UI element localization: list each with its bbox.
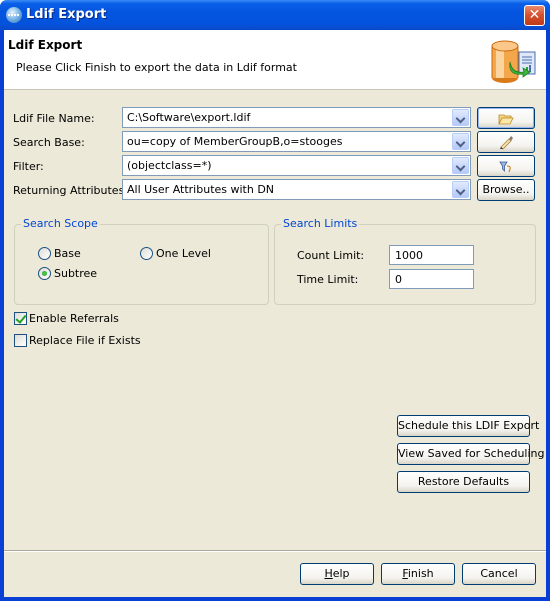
- chevron-down-icon[interactable]: [452, 133, 469, 150]
- time-limit-value: 0: [395, 273, 402, 286]
- header-title: Ldif Export: [8, 38, 83, 52]
- count-limit-label: Count Limit:: [297, 249, 365, 262]
- enable-referrals-checkbox[interactable]: [14, 312, 27, 325]
- close-icon: ✕: [528, 7, 541, 23]
- ldif-export-dialog: Ldif Export ✕ Ldif Export Please Click F…: [0, 0, 550, 601]
- help-button[interactable]: Help: [300, 563, 374, 585]
- search-limits-title: Search Limits: [281, 217, 360, 230]
- footer-separator: [4, 550, 546, 552]
- finish-button[interactable]: Finish: [381, 563, 455, 585]
- pen-icon: [500, 136, 513, 150]
- dialog-client: Ldif Export Please Click Finish to expor…: [4, 30, 546, 597]
- returning-attributes-combo[interactable]: All User Attributes with DN: [122, 179, 471, 200]
- scope-subtree-radio[interactable]: [38, 267, 51, 280]
- chevron-down-icon[interactable]: [452, 181, 469, 198]
- scope-one-level-radio[interactable]: [140, 247, 153, 260]
- help-label: elp: [332, 567, 350, 580]
- folder-open-icon: [498, 114, 514, 125]
- database-export-icon: [491, 40, 536, 83]
- replace-file-checkbox[interactable]: [14, 334, 27, 347]
- search-scope-title: Search Scope: [21, 217, 100, 230]
- browse-file-button[interactable]: [477, 107, 535, 129]
- file-name-label: Ldif File Name:: [13, 112, 95, 125]
- filter-value: (objectclass=*): [127, 159, 212, 172]
- edit-filter-button[interactable]: [477, 155, 535, 177]
- restore-defaults-button[interactable]: Restore Defaults: [397, 471, 530, 493]
- cancel-button[interactable]: Cancel: [462, 563, 536, 585]
- search-base-label: Search Base:: [13, 136, 85, 149]
- time-limit-input[interactable]: 0: [389, 269, 474, 289]
- filter-icon: [499, 161, 511, 173]
- help-mnemonic: H: [324, 567, 333, 580]
- scope-one-level-label[interactable]: One Level: [156, 247, 211, 260]
- enable-referrals-label[interactable]: Enable Referrals: [29, 312, 119, 325]
- scope-base-radio[interactable]: [38, 247, 51, 260]
- title-bar[interactable]: Ldif Export ✕: [0, 0, 550, 30]
- file-name-value: C:\Software\export.ldif: [127, 111, 251, 124]
- time-limit-label: Time Limit:: [297, 273, 359, 286]
- count-limit-input[interactable]: 1000: [389, 245, 474, 265]
- browse-attributes-button[interactable]: Browse..: [477, 179, 535, 201]
- file-name-combo[interactable]: C:\Software\export.ldif: [122, 107, 471, 128]
- close-button[interactable]: ✕: [524, 5, 545, 26]
- count-limit-value: 1000: [395, 249, 423, 262]
- scope-subtree-label[interactable]: Subtree: [54, 267, 97, 280]
- finish-label: inish: [407, 567, 434, 580]
- replace-file-label[interactable]: Replace File if Exists: [29, 334, 141, 347]
- search-base-value: ou=copy of MemberGroupB,o=stooges: [127, 135, 343, 148]
- view-saved-scheduling-button[interactable]: View Saved for Scheduling: [397, 443, 545, 465]
- scope-base-label[interactable]: Base: [54, 247, 81, 260]
- search-scope-group: Search Scope Base One Level Subtree: [14, 217, 269, 305]
- search-base-combo[interactable]: ou=copy of MemberGroupB,o=stooges: [122, 131, 471, 152]
- returning-attributes-value: All User Attributes with DN: [127, 183, 275, 196]
- select-search-base-button[interactable]: [477, 131, 535, 153]
- filter-combo[interactable]: (objectclass=*): [122, 155, 471, 176]
- chevron-down-icon[interactable]: [452, 157, 469, 174]
- search-limits-group: Search Limits Count Limit: 1000 Time Lim…: [274, 217, 536, 305]
- returning-attributes-label: Returning Attributes:: [13, 184, 129, 197]
- window-title: Ldif Export: [26, 7, 107, 22]
- app-globe-icon: [6, 7, 22, 23]
- schedule-export-button[interactable]: Schedule this LDIF Export: [397, 415, 539, 437]
- wizard-header: Ldif Export Please Click Finish to expor…: [4, 30, 546, 90]
- filter-label: Filter:: [13, 160, 44, 173]
- header-description: Please Click Finish to export the data i…: [16, 61, 297, 74]
- chevron-down-icon[interactable]: [452, 109, 469, 126]
